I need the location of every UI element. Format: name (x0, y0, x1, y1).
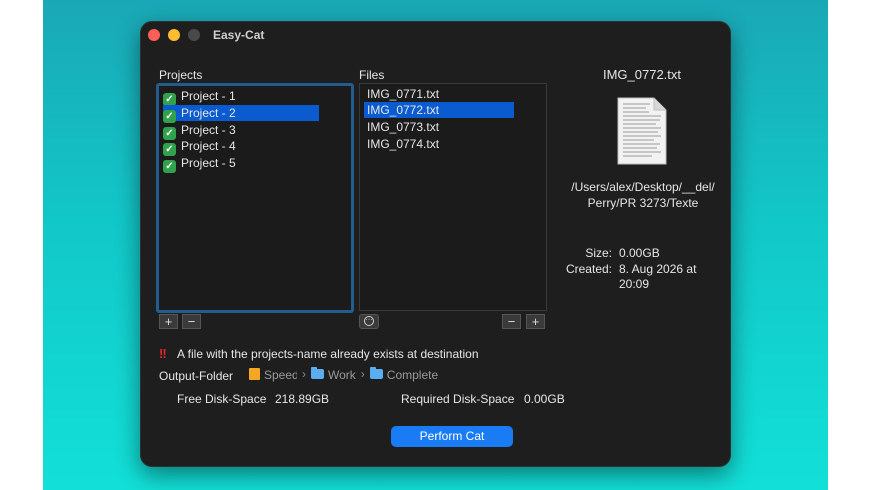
required-disk-space-value: 0.00GB (524, 392, 565, 406)
size-value: 0.00GB (619, 246, 660, 260)
minimize-window-button[interactable] (168, 29, 180, 41)
free-disk-space-label: Free Disk-Space (177, 392, 267, 406)
path-segment-complete: Complete (386, 367, 439, 382)
file-item-2[interactable]: IMG_0772.txt (364, 102, 514, 118)
required-disk-space-label: Required Disk-Space (401, 392, 515, 406)
project-item-2[interactable]: ✓ Project - 2 (163, 105, 319, 123)
path-separator: › (360, 367, 365, 381)
file-item-1[interactable]: IMG_0771.txt (364, 86, 517, 102)
warning-message: A file with the projects-name already ex… (177, 347, 479, 361)
add-file-button[interactable]: + (526, 314, 545, 329)
ellipsis-icon: ··· (364, 315, 374, 326)
files-list[interactable]: IMG_0771.txt IMG_0772.txt IMG_0773.txt I… (359, 83, 547, 311)
project-item-4[interactable]: ✓ Project - 4 (163, 138, 319, 156)
remove-file-button[interactable]: − (502, 314, 521, 329)
created-value-line-2: 20:09 (619, 277, 650, 291)
output-folder-path[interactable]: Speed › Work › Complete (249, 367, 438, 383)
remove-project-button[interactable]: − (182, 314, 201, 329)
projects-label: Projects (159, 68, 203, 82)
checkmark-icon[interactable]: ✓ (163, 160, 176, 173)
created-value-line-1: 8. Aug 2026 at (619, 262, 697, 276)
file-item-4[interactable]: IMG_0774.txt (364, 136, 517, 152)
project-item-5[interactable]: ✓ Project - 5 (163, 155, 319, 173)
window-title: Easy-Cat (213, 28, 265, 42)
project-item-1[interactable]: ✓ Project - 1 (163, 88, 319, 106)
created-label: Created: (565, 262, 612, 276)
app-window: Easy-Cat Projects ✓ Project - 1 ✓ Project … (140, 21, 731, 467)
close-window-button[interactable] (148, 29, 160, 41)
add-project-button[interactable]: + (159, 314, 178, 329)
output-folder-label: Output-Folder (159, 369, 234, 383)
path-separator: › (302, 367, 306, 381)
double-exclamation-icon: !! (159, 346, 167, 361)
perform-cat-button[interactable]: Perform Cat (391, 426, 513, 447)
files-label: Files (359, 68, 385, 82)
folder-icon (369, 367, 383, 379)
preview-path-line-1: /Users/alex/Desktop/__del/ (571, 180, 715, 194)
preview-filename: IMG_0772.txt (602, 67, 682, 82)
size-label: Size: (585, 246, 612, 260)
path-segment-work: Work (328, 367, 356, 382)
path-segment-speed: Speed (264, 367, 297, 382)
project-item-3[interactable]: ✓ Project - 3 (163, 122, 319, 140)
text-document-icon (617, 97, 667, 165)
free-disk-space-value: 218.89GB (275, 392, 330, 406)
file-item-3[interactable]: IMG_0773.txt (364, 119, 517, 135)
file-options-button[interactable]: ··· (359, 314, 379, 329)
drive-icon (249, 368, 260, 380)
folder-icon (311, 367, 324, 379)
preview-path-line-2: Perry/PR 3273/Texte (587, 196, 699, 210)
projects-list[interactable]: ✓ Project - 1 ✓ Project - 2 ✓ Project - 3 ✓… (156, 83, 354, 313)
zoom-window-button[interactable] (188, 29, 200, 41)
